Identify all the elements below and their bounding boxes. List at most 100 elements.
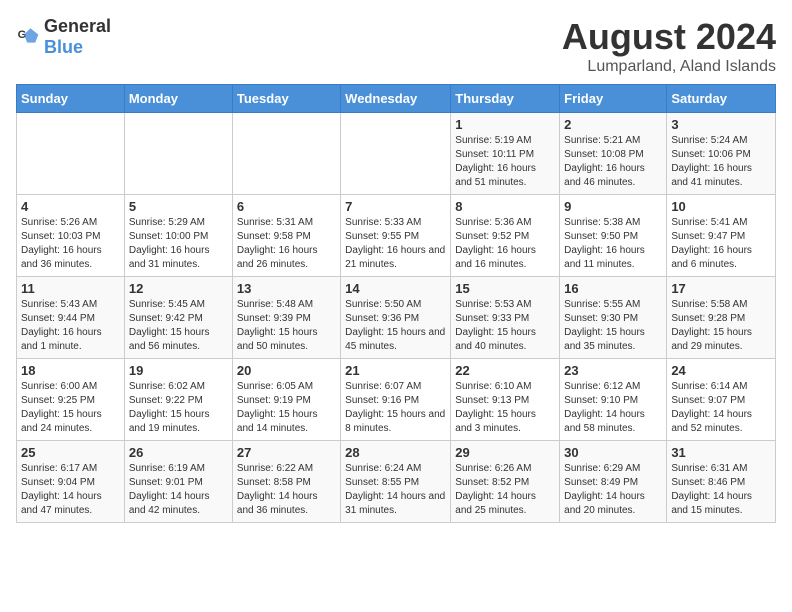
day-number: 13 (237, 281, 336, 296)
day-detail: Sunrise: 5:48 AM Sunset: 9:39 PM Dayligh… (237, 298, 336, 354)
day-detail: Sunrise: 5:21 AM Sunset: 10:08 PM Daylig… (564, 134, 662, 190)
day-cell: 1 Sunrise: 5:19 AM Sunset: 10:11 PM Dayli… (451, 113, 560, 195)
day-detail: Sunrise: 5:33 AM Sunset: 9:55 PM Dayligh… (345, 216, 446, 272)
day-number: 5 (129, 199, 228, 214)
day-detail: Sunrise: 5:55 AM Sunset: 9:30 PM Dayligh… (564, 298, 662, 354)
day-detail: Sunrise: 6:29 AM Sunset: 8:49 PM Dayligh… (564, 462, 662, 518)
day-cell: 26Sunrise: 6:19 AM Sunset: 9:01 PM Dayli… (124, 441, 232, 523)
day-cell: 23Sunrise: 6:12 AM Sunset: 9:10 PM Dayli… (560, 359, 667, 441)
day-cell: 2Sunrise: 5:21 AM Sunset: 10:08 PM Dayli… (560, 113, 667, 195)
day-cell: 21 Sunrise: 6:07 AM Sunset: 9:16 PM Dayli… (341, 359, 451, 441)
day-cell: 20 Sunrise: 6:05 AM Sunset: 9:19 PM Dayli… (232, 359, 340, 441)
day-detail: Sunrise: 5:24 AM Sunset: 10:06 PM Daylig… (671, 134, 771, 190)
week-row-2: 11 Sunrise: 5:43 AM Sunset: 9:44 PM Dayli… (17, 277, 776, 359)
day-detail: Sunrise: 6:05 AM Sunset: 9:19 PM Dayligh… (237, 380, 336, 436)
day-cell: 27Sunrise: 6:22 AM Sunset: 8:58 PM Dayli… (232, 441, 340, 523)
day-detail: Sunrise: 5:58 AM Sunset: 9:28 PM Dayligh… (671, 298, 771, 354)
header-friday: Friday (560, 85, 667, 113)
subtitle: Lumparland, Aland Islands (562, 58, 776, 76)
day-cell: 25Sunrise: 6:17 AM Sunset: 9:04 PM Dayli… (17, 441, 125, 523)
logo-text: General Blue (44, 16, 111, 58)
day-detail: Sunrise: 5:41 AM Sunset: 9:47 PM Dayligh… (671, 216, 771, 272)
day-detail: Sunrise: 5:38 AM Sunset: 9:50 PM Dayligh… (564, 216, 662, 272)
day-number: 30 (564, 445, 662, 460)
day-detail: Sunrise: 5:36 AM Sunset: 9:52 PM Dayligh… (455, 216, 555, 272)
day-detail: Sunrise: 5:43 AM Sunset: 9:44 PM Dayligh… (21, 298, 120, 354)
day-detail: Sunrise: 6:14 AM Sunset: 9:07 PM Dayligh… (671, 380, 771, 436)
day-cell: 10 Sunrise: 5:41 AM Sunset: 9:47 PM Dayli… (667, 195, 776, 277)
logo-general: General (44, 16, 111, 36)
day-number: 17 (671, 281, 771, 296)
day-detail: Sunrise: 5:53 AM Sunset: 9:33 PM Dayligh… (455, 298, 555, 354)
day-cell: 22 Sunrise: 6:10 AM Sunset: 9:13 PM Dayli… (451, 359, 560, 441)
day-number: 10 (671, 199, 771, 214)
week-row-0: 1 Sunrise: 5:19 AM Sunset: 10:11 PM Dayli… (17, 113, 776, 195)
day-detail: Sunrise: 6:10 AM Sunset: 9:13 PM Dayligh… (455, 380, 555, 436)
day-detail: Sunrise: 6:07 AM Sunset: 9:16 PM Dayligh… (345, 380, 446, 436)
day-number: 8 (455, 199, 555, 214)
day-cell: 28Sunrise: 6:24 AM Sunset: 8:55 PM Dayli… (341, 441, 451, 523)
day-cell: 5 Sunrise: 5:29 AM Sunset: 10:00 PM Dayli… (124, 195, 232, 277)
day-number: 12 (129, 281, 228, 296)
day-detail: Sunrise: 6:24 AM Sunset: 8:55 PM Dayligh… (345, 462, 446, 518)
day-cell: 19Sunrise: 6:02 AM Sunset: 9:22 PM Dayli… (124, 359, 232, 441)
day-cell: 7 Sunrise: 5:33 AM Sunset: 9:55 PM Daylig… (341, 195, 451, 277)
title-area: August 2024 Lumparland, Aland Islands (562, 16, 776, 76)
day-cell (232, 113, 340, 195)
day-number: 6 (237, 199, 336, 214)
header: G General Blue August 2024 Lumparland, A… (16, 16, 776, 76)
day-detail: Sunrise: 5:26 AM Sunset: 10:03 PM Daylig… (21, 216, 120, 272)
logo-blue: Blue (44, 37, 83, 57)
week-row-1: 4 Sunrise: 5:26 AM Sunset: 10:03 PM Dayli… (17, 195, 776, 277)
day-number: 4 (21, 199, 120, 214)
day-number: 24 (671, 363, 771, 378)
calendar-header-row: SundayMondayTuesdayWednesdayThursdayFrid… (17, 85, 776, 113)
day-detail: Sunrise: 6:17 AM Sunset: 9:04 PM Dayligh… (21, 462, 120, 518)
day-cell: 9 Sunrise: 5:38 AM Sunset: 9:50 PM Daylig… (560, 195, 667, 277)
day-number: 20 (237, 363, 336, 378)
day-cell: 6 Sunrise: 5:31 AM Sunset: 9:58 PM Daylig… (232, 195, 340, 277)
header-saturday: Saturday (667, 85, 776, 113)
day-cell: 17 Sunrise: 5:58 AM Sunset: 9:28 PM Dayli… (667, 277, 776, 359)
header-wednesday: Wednesday (341, 85, 451, 113)
day-number: 3 (671, 117, 771, 132)
day-number: 22 (455, 363, 555, 378)
day-number: 15 (455, 281, 555, 296)
day-detail: Sunrise: 5:31 AM Sunset: 9:58 PM Dayligh… (237, 216, 336, 272)
day-number: 9 (564, 199, 662, 214)
day-number: 18 (21, 363, 120, 378)
week-row-3: 18 Sunrise: 6:00 AM Sunset: 9:25 PM Dayli… (17, 359, 776, 441)
day-detail: Sunrise: 6:00 AM Sunset: 9:25 PM Dayligh… (21, 380, 120, 436)
day-detail: Sunrise: 5:19 AM Sunset: 10:11 PM Daylig… (455, 134, 555, 190)
main-title: August 2024 (562, 16, 776, 58)
header-tuesday: Tuesday (232, 85, 340, 113)
day-cell: 4 Sunrise: 5:26 AM Sunset: 10:03 PM Dayli… (17, 195, 125, 277)
day-number: 14 (345, 281, 446, 296)
header-sunday: Sunday (17, 85, 125, 113)
day-number: 21 (345, 363, 446, 378)
day-cell: 8 Sunrise: 5:36 AM Sunset: 9:52 PM Daylig… (451, 195, 560, 277)
day-number: 11 (21, 281, 120, 296)
day-cell: 18 Sunrise: 6:00 AM Sunset: 9:25 PM Dayli… (17, 359, 125, 441)
day-cell: 13 Sunrise: 5:48 AM Sunset: 9:39 PM Dayli… (232, 277, 340, 359)
day-number: 7 (345, 199, 446, 214)
day-cell: 14 Sunrise: 5:50 AM Sunset: 9:36 PM Dayli… (341, 277, 451, 359)
calendar-table: SundayMondayTuesdayWednesdayThursdayFrid… (16, 84, 776, 523)
day-cell (124, 113, 232, 195)
header-monday: Monday (124, 85, 232, 113)
day-cell: 31Sunrise: 6:31 AM Sunset: 8:46 PM Dayli… (667, 441, 776, 523)
day-detail: Sunrise: 6:26 AM Sunset: 8:52 PM Dayligh… (455, 462, 555, 518)
logo-icon: G (16, 25, 40, 49)
day-cell (17, 113, 125, 195)
day-number: 1 (455, 117, 555, 132)
day-cell: 16Sunrise: 5:55 AM Sunset: 9:30 PM Dayli… (560, 277, 667, 359)
day-number: 29 (455, 445, 555, 460)
day-detail: Sunrise: 5:50 AM Sunset: 9:36 PM Dayligh… (345, 298, 446, 354)
header-thursday: Thursday (451, 85, 560, 113)
day-detail: Sunrise: 5:29 AM Sunset: 10:00 PM Daylig… (129, 216, 228, 272)
day-number: 19 (129, 363, 228, 378)
day-number: 27 (237, 445, 336, 460)
day-detail: Sunrise: 6:19 AM Sunset: 9:01 PM Dayligh… (129, 462, 228, 518)
day-detail: Sunrise: 6:31 AM Sunset: 8:46 PM Dayligh… (671, 462, 771, 518)
day-detail: Sunrise: 5:45 AM Sunset: 9:42 PM Dayligh… (129, 298, 228, 354)
